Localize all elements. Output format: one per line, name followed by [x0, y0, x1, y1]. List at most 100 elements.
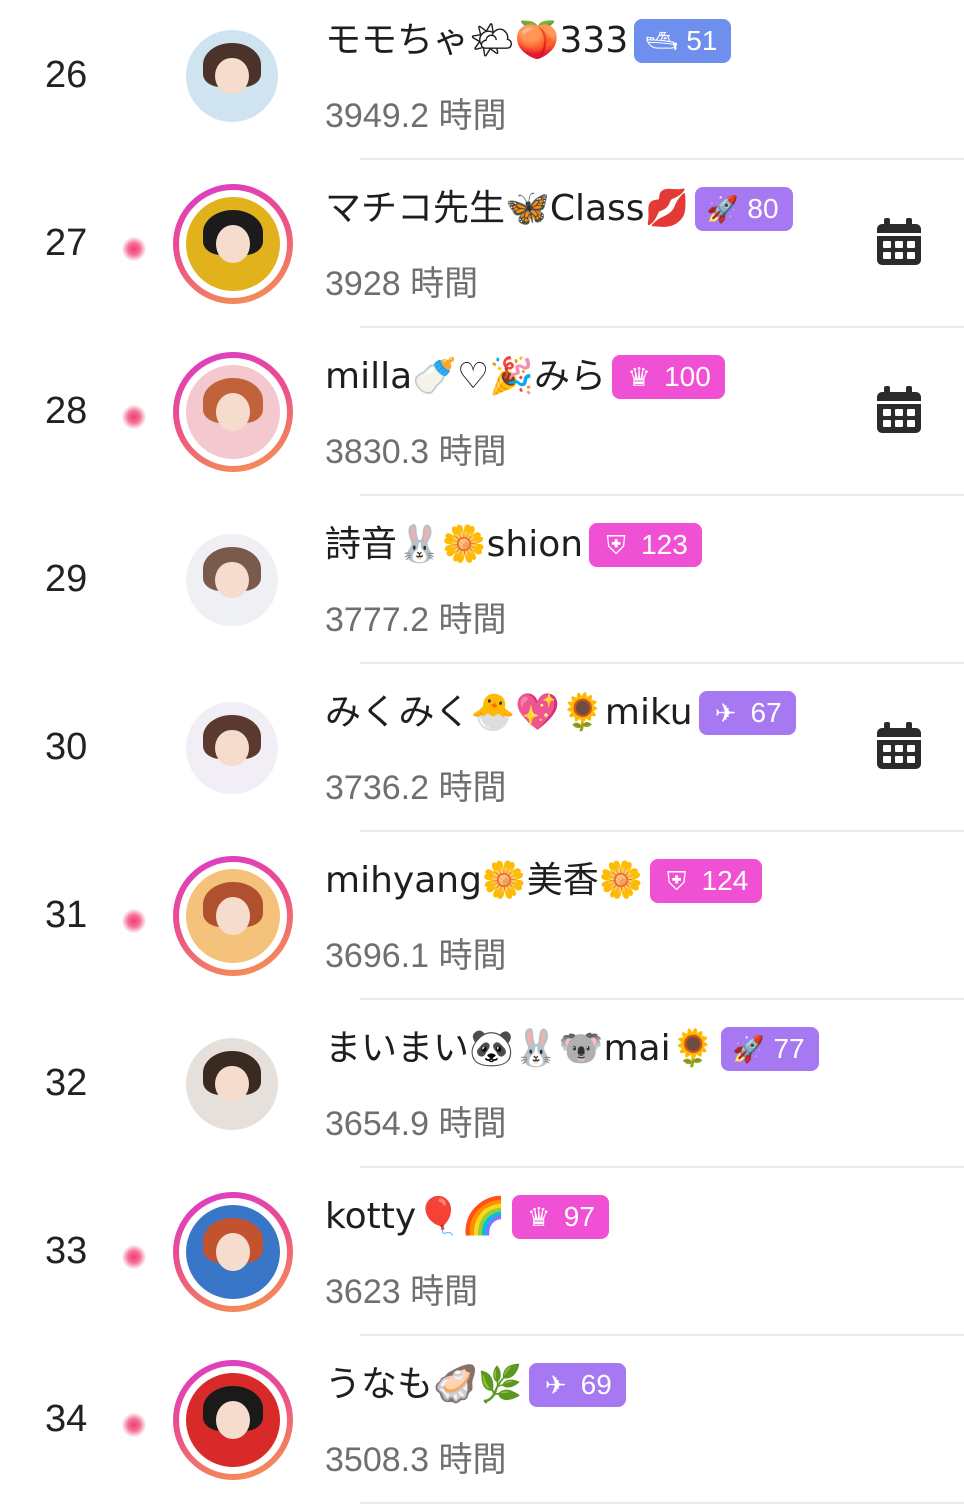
level-badge-value: 77 — [773, 1033, 805, 1064]
ranking-row[interactable]: 26 モモちゃ🌤🍑333 🛥 51 3949.2 時間 — [0, 0, 964, 160]
level-badge-value: 123 — [641, 529, 688, 560]
level-badge-value: 80 — [747, 193, 779, 224]
user-name-line[interactable]: うなも🦪🌿 ✈ 69 — [325, 1362, 626, 1408]
avatar-face — [215, 561, 249, 599]
ranking-row[interactable]: 30 みくみく🐣💖🌻miku ✈ 67 3736.2 時間 — [0, 664, 964, 832]
user-name-line[interactable]: みくみく🐣💖🌻miku ✈ 67 — [325, 690, 796, 736]
live-avatar-ring[interactable] — [173, 352, 293, 472]
user-name-line[interactable]: まいまい🐼🐰🐨mai🌻 🚀 77 — [325, 1026, 819, 1072]
live-indicator-dot — [122, 909, 146, 933]
ship-icon: 🛥 — [644, 26, 678, 56]
level-badge: 🚀 77 — [721, 1027, 819, 1071]
live-avatar-ring[interactable] — [173, 1360, 293, 1480]
total-hours: 3654.9 時間 — [325, 1105, 507, 1143]
rank-number: 32 — [45, 1062, 88, 1104]
live-indicator-dot — [122, 1245, 146, 1269]
total-hours: 3736.2 時間 — [325, 769, 507, 807]
crown-icon: ♛ — [627, 362, 651, 392]
rank-number: 33 — [45, 1230, 88, 1272]
user-name-line[interactable]: 詩音🐰🌼shion ⛨ 123 — [325, 522, 702, 568]
user-name[interactable]: まいまい🐼🐰🐨mai🌻 — [325, 1026, 715, 1072]
level-badge-value: 100 — [664, 361, 711, 392]
avatar[interactable] — [186, 1038, 278, 1130]
total-hours: 3508.3 時間 — [325, 1441, 507, 1479]
plane-icon: ✈ — [544, 1370, 567, 1400]
rank-number: 29 — [45, 558, 88, 600]
avatar-frame[interactable] — [186, 30, 278, 122]
avatar[interactable] — [186, 534, 278, 626]
level-badge: ♛ 100 — [612, 355, 725, 399]
avatar-frame[interactable] — [186, 534, 278, 626]
ranking-row[interactable]: 32 まいまい🐼🐰🐨mai🌻 🚀 77 3654.9 時間 — [0, 1000, 964, 1168]
ranking-row[interactable]: 34 うなも🦪🌿 ✈ 69 3508.3 時間 — [0, 1336, 964, 1504]
total-hours: 3623 時間 — [325, 1273, 479, 1311]
ranking-row[interactable]: 33 kotty🎈🌈 ♛ 97 3623 時間 — [0, 1168, 964, 1336]
avatar[interactable] — [186, 1205, 280, 1299]
level-badge: ⛨ 123 — [589, 523, 702, 567]
user-name[interactable]: mihyang🌼美香🌼 — [325, 858, 644, 904]
level-badge: 🚀 80 — [695, 187, 793, 231]
total-hours: 3777.2 時間 — [325, 601, 507, 639]
level-badge: ♛ 97 — [511, 1195, 609, 1239]
level-badge-value: 124 — [701, 865, 749, 896]
avatar-face — [215, 1065, 249, 1103]
user-name[interactable]: milla🍼♡🎉みら — [325, 354, 606, 400]
user-name-line[interactable]: mihyang🌼美香🌼 ⛨ 124 — [325, 858, 763, 904]
rocket-icon: 🚀 — [706, 194, 739, 224]
ranking-row[interactable]: 28 milla🍼♡🎉みら ♛ 100 3830.3 時間 — [0, 328, 964, 496]
live-indicator-dot — [122, 237, 146, 261]
user-name[interactable]: モモちゃ🌤🍑333 — [325, 18, 628, 64]
rank-number: 26 — [45, 54, 88, 96]
live-avatar-ring[interactable] — [173, 1192, 293, 1312]
calendar-icon[interactable] — [876, 218, 922, 266]
avatar-face — [216, 897, 250, 935]
avatar[interactable] — [186, 30, 278, 122]
rocket-icon: 🚀 — [732, 1034, 765, 1064]
user-name-line[interactable]: モモちゃ🌤🍑333 🛥 51 — [325, 18, 732, 64]
ranking-row[interactable]: 31 mihyang🌼美香🌼 ⛨ 124 3696.1 時間 — [0, 832, 964, 1000]
live-indicator-dot — [122, 1413, 146, 1437]
calendar-icon[interactable] — [876, 386, 922, 434]
user-name-line[interactable]: マチコ先生🦋Class💋 🚀 80 — [325, 186, 793, 232]
user-name[interactable]: マチコ先生🦋Class💋 — [325, 186, 689, 232]
avatar[interactable] — [186, 197, 280, 291]
avatar[interactable] — [186, 702, 278, 794]
ranking-row[interactable]: 29 詩音🐰🌼shion ⛨ 123 3777.2 時間 — [0, 496, 964, 664]
user-name[interactable]: kotty🎈🌈 — [325, 1194, 506, 1240]
avatar[interactable] — [186, 869, 280, 963]
calendar-icon[interactable] — [876, 722, 922, 770]
live-indicator-dot — [122, 405, 146, 429]
avatar-face — [216, 1401, 250, 1439]
level-badge-value: 97 — [563, 1201, 595, 1232]
avatar-face — [215, 729, 249, 767]
user-name-line[interactable]: kotty🎈🌈 ♛ 97 — [325, 1194, 609, 1240]
user-name[interactable]: 詩音🐰🌼shion — [325, 522, 583, 568]
level-badge: ✈ 69 — [528, 1363, 626, 1407]
level-badge: 🛥 51 — [634, 19, 732, 63]
avatar-face — [216, 1233, 250, 1271]
live-avatar-ring[interactable] — [173, 184, 293, 304]
rank-number: 31 — [45, 894, 88, 936]
avatar[interactable] — [186, 1373, 280, 1467]
ranking-row[interactable]: 27 マチコ先生🦋Class💋 🚀 80 3928 時間 — [0, 160, 964, 328]
level-badge: ⛨ 124 — [649, 859, 763, 903]
rank-number: 28 — [45, 390, 88, 432]
level-badge-value: 67 — [750, 697, 782, 728]
rank-number: 30 — [45, 726, 88, 768]
rank-number: 34 — [45, 1398, 88, 1440]
live-avatar-ring[interactable] — [173, 856, 293, 976]
avatar[interactable] — [186, 365, 280, 459]
user-name-line[interactable]: milla🍼♡🎉みら ♛ 100 — [325, 354, 725, 400]
total-hours: 3830.3 時間 — [325, 433, 507, 471]
rank-number: 27 — [45, 222, 88, 264]
plane-icon: ✈ — [714, 698, 737, 728]
level-badge-value: 51 — [686, 25, 718, 56]
user-name[interactable]: みくみく🐣💖🌻miku — [325, 690, 693, 736]
avatar-frame[interactable] — [186, 1038, 278, 1130]
total-hours: 3949.2 時間 — [325, 97, 507, 135]
avatar-frame[interactable] — [186, 702, 278, 794]
total-hours: 3696.1 時間 — [325, 937, 507, 975]
avatar-face — [216, 225, 250, 263]
user-name[interactable]: うなも🦪🌿 — [325, 1362, 523, 1408]
level-badge-value: 69 — [580, 1369, 612, 1400]
